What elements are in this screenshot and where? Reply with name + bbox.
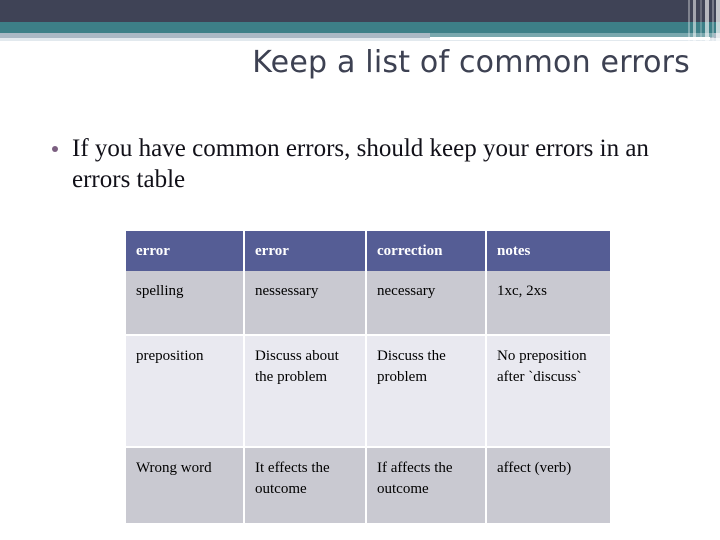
stripe-4 [705,0,709,41]
list-item-text: If you have common errors, should keep y… [72,135,649,193]
column-header-error: error [244,231,367,271]
header-vertical-stripes [684,0,720,41]
bullet-dot-icon [52,146,58,152]
slide-title: Keep a list of common errors [252,45,690,80]
cell-error-type: preposition [126,335,245,448]
cell-notes: affect (verb) [486,447,610,525]
cell-error-type: spelling [126,271,245,336]
table-row: Wrong word It effects the outcome If aff… [126,447,610,525]
cell-error-type: Wrong word [126,447,245,525]
cell-notes: No preposition after `discuss` [486,335,610,448]
cell-correction: necessary [366,271,487,336]
table-header: error error correction notes [126,231,610,271]
table-body: spelling nessessary necessary 1xc, 2xs p… [126,271,610,525]
stripe-3 [700,0,702,41]
table-header-row: error error correction notes [126,231,610,271]
cell-correction: Discuss the problem [366,335,487,448]
cell-error: nessessary [244,271,367,336]
column-header-notes: notes [486,231,610,271]
stripe-1 [688,0,690,41]
cell-error: Discuss about the problem [244,335,367,448]
bullet-list: If you have common errors, should keep y… [44,133,674,195]
column-header-error-type: error [126,231,245,271]
header-band-teal [0,22,720,33]
errors-table: error error correction notes spelling ne… [126,231,610,525]
cell-correction: If affects the outcome [366,447,487,525]
cell-notes: 1xc, 2xs [486,271,610,336]
stripe-5 [712,0,714,41]
stripe-6 [716,0,720,41]
table-row: spelling nessessary necessary 1xc, 2xs [126,271,610,336]
table-row: preposition Discuss about the problem Di… [126,335,610,448]
title-rule [430,37,710,40]
stripe-2 [693,0,696,41]
list-item: If you have common errors, should keep y… [44,133,674,195]
slide-canvas: Keep a list of common errors If you have… [0,0,720,540]
header-band-dark [0,0,720,22]
column-header-correction: correction [366,231,487,271]
cell-error: It effects the outcome [244,447,367,525]
